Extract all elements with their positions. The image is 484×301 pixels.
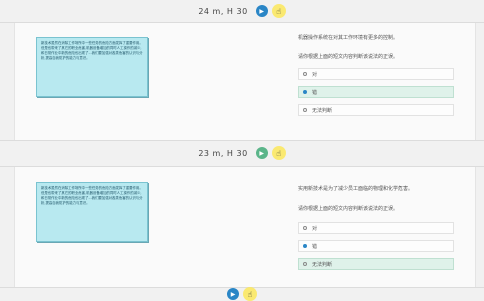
page-counter: 24 m, H 30 <box>198 6 248 16</box>
question-statement: 机器操作系统在对其工作环境有更多的控制。 <box>298 35 399 41</box>
passage-box: 新技术虽然在消除工作场所中一些任务的危险方面发挥了重要作用。但是也带来了其它的职… <box>36 182 148 242</box>
radio-icon[interactable] <box>303 72 307 76</box>
option-label: 对 <box>312 71 318 78</box>
next-page-button[interactable]: ▶ <box>255 147 268 159</box>
divider <box>0 140 484 141</box>
option-undetermined[interactable]: 无法判断 <box>298 104 454 116</box>
radio-icon[interactable] <box>303 262 307 266</box>
option-true[interactable]: 对 <box>298 68 454 80</box>
question-instruction: 请你根据上面的短文内容判断该说法的正误。 <box>298 54 399 60</box>
option-undetermined[interactable]: 无法判断 <box>298 258 454 270</box>
option-false[interactable]: 错 <box>298 240 454 252</box>
option-label: 错 <box>312 243 318 250</box>
cursor-hand-icon: ☝ <box>271 146 286 160</box>
bottom-pager: ▶ ☝ <box>0 287 484 301</box>
radio-icon[interactable] <box>303 108 307 112</box>
passage-box: 新技术虽然在消除工作场所中一些任务的危险方面发挥了重要作用。但是也带来了其它的职… <box>36 37 148 97</box>
radio-checked-icon[interactable] <box>303 244 307 248</box>
test-page: 24 m, H 30 ▶ ☝ 新技术虽然在消除工作场所中一些任务的危险方面发挥了… <box>0 0 484 301</box>
option-label: 无法判断 <box>312 261 333 268</box>
question-statement: 实用新技术是为了减少员工面临的物理和化学危害。 <box>298 186 414 192</box>
option-label: 错 <box>312 89 318 96</box>
option-label: 对 <box>312 225 318 232</box>
radio-icon[interactable] <box>303 226 307 230</box>
option-false[interactable]: 错 <box>298 86 454 98</box>
next-page-button[interactable]: ▶ <box>255 5 268 17</box>
next-page-button[interactable]: ▶ <box>227 288 239 300</box>
top-pager: 24 m, H 30 ▶ ☝ <box>0 0 484 22</box>
cursor-hand-icon: ☝ <box>243 287 257 301</box>
cursor-hand-icon: ☝ <box>271 4 286 18</box>
page-counter: 23 m, H 30 <box>198 148 248 158</box>
question-instruction: 请你根据上面的短文内容判断该说法的正误。 <box>298 206 399 212</box>
radio-checked-icon[interactable] <box>303 90 307 94</box>
option-true[interactable]: 对 <box>298 222 454 234</box>
mid-pager: 23 m, H 30 ▶ ☝ <box>0 142 484 164</box>
option-label: 无法判断 <box>312 107 333 114</box>
